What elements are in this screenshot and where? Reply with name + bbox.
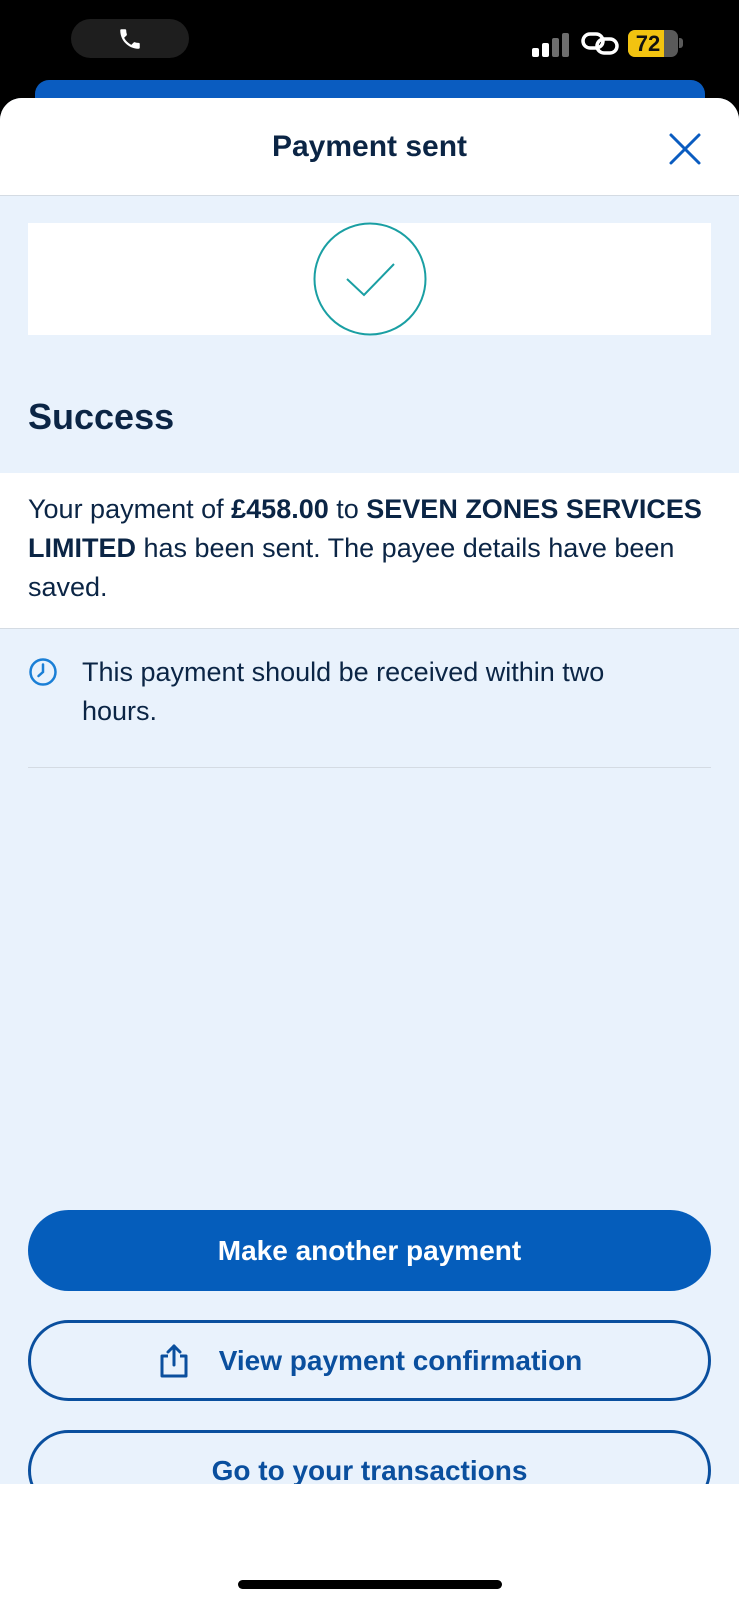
make-another-payment-label: Make another payment (217, 1234, 522, 1266)
message-middle: to (328, 494, 367, 524)
make-another-payment-button[interactable]: Make another payment (28, 1210, 711, 1291)
checkmark-icon (313, 222, 426, 336)
page-title: Payment sent (271, 129, 468, 163)
success-heading: Success (28, 396, 175, 437)
close-button[interactable] (662, 126, 708, 172)
status-bar: 72 (0, 0, 739, 90)
link-icon (581, 32, 619, 55)
message-prefix: Your payment of (28, 494, 232, 524)
battery-nub (679, 38, 683, 48)
battery-icon: 72 (628, 30, 678, 57)
close-icon (669, 133, 701, 165)
success-icon-panel (28, 222, 711, 336)
delivery-info: This payment should be received within t… (28, 653, 711, 731)
delivery-info-text: This payment should be received within t… (82, 657, 605, 726)
battery-level: 72 (635, 31, 661, 56)
home-indicator[interactable] (238, 1580, 502, 1589)
share-icon (160, 1344, 188, 1377)
view-payment-confirmation-label: View payment confirmation (218, 1344, 583, 1376)
phone-icon (120, 28, 140, 49)
active-call-pill[interactable] (71, 19, 189, 58)
sheet-header: Payment sent (0, 98, 739, 196)
signal-icon (532, 33, 569, 57)
view-payment-confirmation-button[interactable]: View payment confirmation (28, 1320, 711, 1401)
go-to-transactions-label: Go to your transactions (211, 1454, 528, 1486)
payment-amount: £458.00 (231, 494, 329, 524)
payment-sent-sheet: Payment sent Success Your payment of £45… (0, 98, 739, 1600)
payment-message: Your payment of £458.00 to SEVEN ZONES S… (0, 473, 739, 629)
divider (28, 767, 711, 768)
clock-icon (29, 658, 57, 686)
